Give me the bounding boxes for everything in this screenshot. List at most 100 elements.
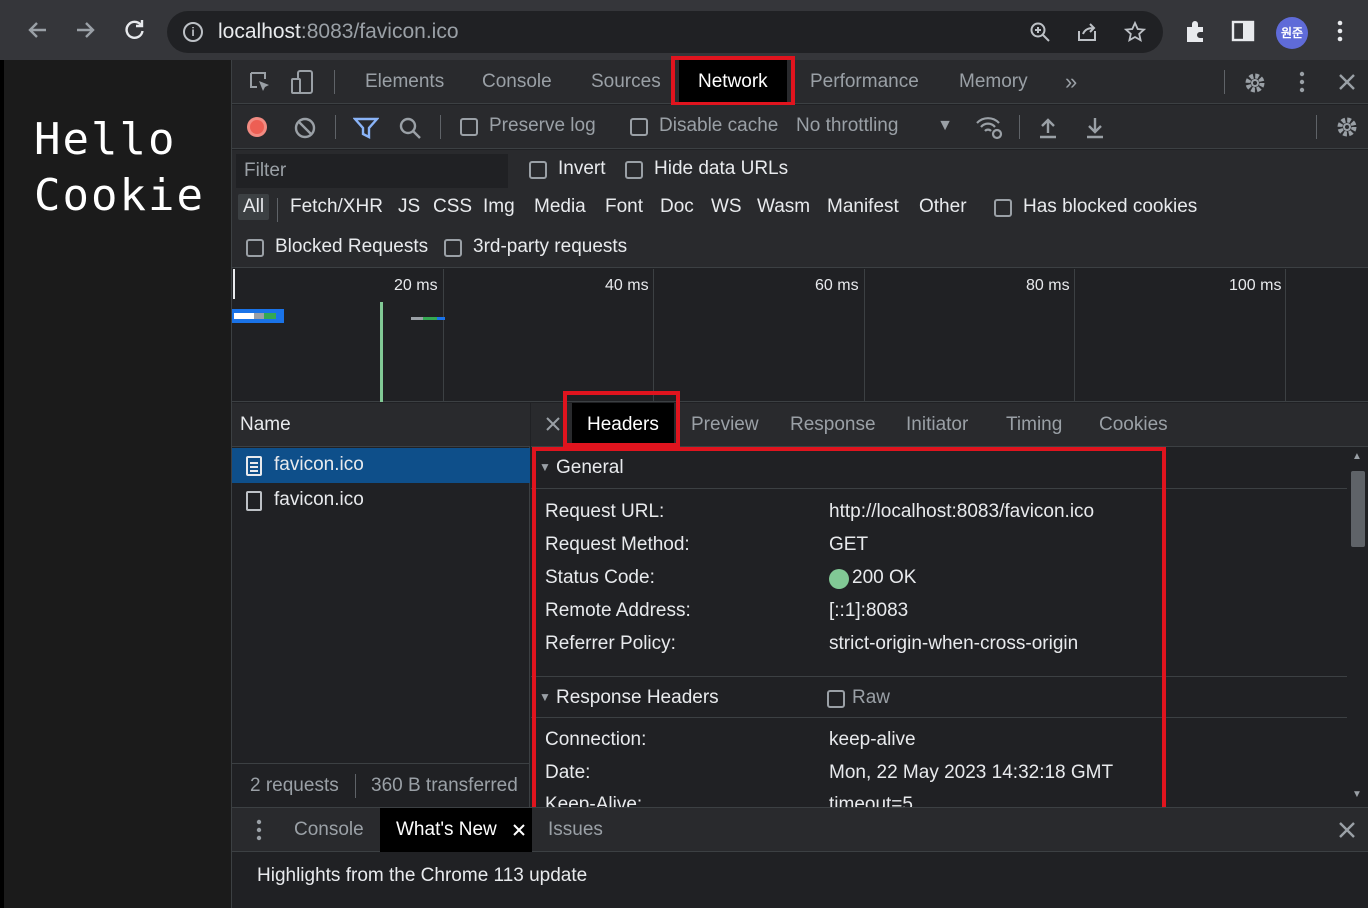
settings-gear-icon[interactable] <box>1242 70 1268 96</box>
preserve-log-checkbox[interactable] <box>460 118 478 136</box>
extensions-icon[interactable] <box>1183 18 1209 44</box>
timeline-gridline <box>443 269 444 402</box>
type-filter-all[interactable]: All <box>238 194 270 220</box>
customize-menu-icon[interactable] <box>1292 70 1312 94</box>
export-har-icon[interactable] <box>1085 115 1105 139</box>
blocked-requests-checkbox[interactable] <box>246 239 264 257</box>
forward-icon[interactable] <box>71 16 99 44</box>
type-filter-fetch-xhr[interactable]: Fetch/XHR <box>290 196 383 218</box>
transferred-size: 360 B transferred <box>371 775 518 796</box>
type-filter-img[interactable]: Img <box>483 196 515 218</box>
type-filter-js[interactable]: JS <box>398 196 420 218</box>
inspect-element-icon[interactable] <box>248 70 272 94</box>
invert-checkbox[interactable] <box>529 161 547 179</box>
avatar[interactable]: 원준 <box>1276 17 1308 49</box>
timeline-request-bar-2 <box>411 317 423 320</box>
clear-icon[interactable] <box>293 116 317 140</box>
close-devtools-icon[interactable] <box>1336 71 1358 93</box>
more-tabs-button[interactable]: » <box>1065 60 1077 104</box>
disable-cache-checkbox[interactable] <box>630 118 648 136</box>
drawer-tabbar: Console What's New Issues <box>232 807 1368 852</box>
throttling-select[interactable]: No throttling <box>796 115 898 137</box>
chevron-down-icon[interactable]: ▼ <box>936 117 954 137</box>
close-icon[interactable] <box>545 413 561 435</box>
sidepanel-icon[interactable] <box>1230 18 1256 44</box>
tab-timing[interactable]: Timing <box>1006 403 1062 447</box>
type-filter-manifest[interactable]: Manifest <box>827 196 899 218</box>
timeline-start-marker <box>233 269 235 299</box>
hide-data-urls-checkbox[interactable] <box>625 161 643 179</box>
type-filter-wasm[interactable]: Wasm <box>757 196 810 218</box>
address-bar[interactable]: i localhost:8083/favicon.ico <box>167 11 1163 53</box>
type-filter-ws[interactable]: WS <box>711 196 742 218</box>
invert-label[interactable]: Invert <box>558 158 606 180</box>
timeline-dom-content-loaded-line <box>380 302 383 402</box>
tab-sources[interactable]: Sources <box>591 60 661 104</box>
file-icon <box>246 491 262 511</box>
back-icon[interactable] <box>24 16 52 44</box>
tab-separator <box>1224 70 1225 94</box>
network-conditions-icon[interactable] <box>975 115 1003 141</box>
whats-new-panel: Highlights from the Chrome 113 update <box>232 852 1368 908</box>
import-har-icon[interactable] <box>1038 115 1058 139</box>
headers-content-highlight <box>532 447 1166 854</box>
scrollbar-thumb[interactable] <box>1351 471 1365 547</box>
drawer-tab-console[interactable]: Console <box>294 808 364 852</box>
third-party-checkbox[interactable] <box>444 239 462 257</box>
drawer-tab-issues[interactable]: Issues <box>548 808 603 852</box>
device-toolbar-icon[interactable] <box>290 70 316 94</box>
record-icon[interactable] <box>246 116 268 138</box>
name-column-header[interactable]: Name <box>240 414 291 436</box>
filter-input[interactable]: Filter <box>236 154 508 188</box>
tab-cookies[interactable]: Cookies <box>1099 403 1168 447</box>
info-icon[interactable]: i <box>183 22 203 42</box>
details-scrollbar[interactable]: ▲ ▼ <box>1347 447 1368 807</box>
tab-performance[interactable]: Performance <box>810 60 919 104</box>
close-drawer-icon[interactable] <box>1336 819 1358 841</box>
reload-icon[interactable] <box>120 16 148 44</box>
url-text[interactable]: localhost:8083/favicon.ico <box>218 20 459 44</box>
type-filter-doc[interactable]: Doc <box>660 196 694 218</box>
type-filter-css[interactable]: CSS <box>433 196 472 218</box>
drawer-menu-icon[interactable] <box>252 817 266 843</box>
scroll-up-icon[interactable]: ▲ <box>1352 451 1362 462</box>
timeline-request-bar-segment <box>264 313 276 319</box>
type-filter-media[interactable]: Media <box>534 196 586 218</box>
type-separator <box>277 198 278 222</box>
tab-console[interactable]: Console <box>482 60 552 104</box>
scroll-down-icon[interactable]: ▼ <box>1352 789 1362 800</box>
third-party-label[interactable]: 3rd-party requests <box>473 236 627 258</box>
zoom-icon[interactable] <box>1029 21 1051 43</box>
request-list-header: Name <box>232 403 530 447</box>
has-blocked-cookies-checkbox[interactable] <box>994 199 1012 217</box>
search-icon[interactable] <box>398 116 422 140</box>
tab-initiator[interactable]: Initiator <box>906 403 968 447</box>
filter-icon[interactable] <box>352 116 380 140</box>
preserve-log-label[interactable]: Preserve log <box>489 115 596 137</box>
timeline-overview[interactable]: 20 ms 40 ms 60 ms 80 ms 100 ms <box>232 269 1368 402</box>
request-row[interactable]: favicon.ico <box>232 448 530 483</box>
request-name: favicon.ico <box>274 489 364 510</box>
hide-data-urls-label[interactable]: Hide data URLs <box>654 158 788 180</box>
drawer-scrollbar[interactable] <box>1349 852 1368 908</box>
timeline-gridline <box>864 269 865 402</box>
drawer-tab-whats-new[interactable]: What's New <box>380 808 532 852</box>
tab-preview[interactable]: Preview <box>691 403 759 447</box>
tab-response[interactable]: Response <box>790 403 876 447</box>
blocked-requests-label[interactable]: Blocked Requests <box>275 236 428 258</box>
star-icon[interactable] <box>1123 20 1147 43</box>
timeline-tick: 60 ms <box>815 277 859 294</box>
has-blocked-cookies-label[interactable]: Has blocked cookies <box>1023 196 1197 218</box>
close-icon[interactable] <box>511 820 527 840</box>
timeline-gridline <box>1074 269 1075 402</box>
type-filter-other[interactable]: Other <box>919 196 967 218</box>
type-filter-font[interactable]: Font <box>605 196 643 218</box>
request-row[interactable]: favicon.ico <box>232 483 530 518</box>
disable-cache-label[interactable]: Disable cache <box>659 115 778 137</box>
request-name: favicon.ico <box>274 454 364 475</box>
menu-icon[interactable] <box>1327 18 1353 44</box>
tab-memory[interactable]: Memory <box>959 60 1028 104</box>
tab-elements[interactable]: Elements <box>365 60 444 104</box>
network-settings-gear-icon[interactable] <box>1334 114 1360 140</box>
share-icon[interactable] <box>1076 21 1098 43</box>
